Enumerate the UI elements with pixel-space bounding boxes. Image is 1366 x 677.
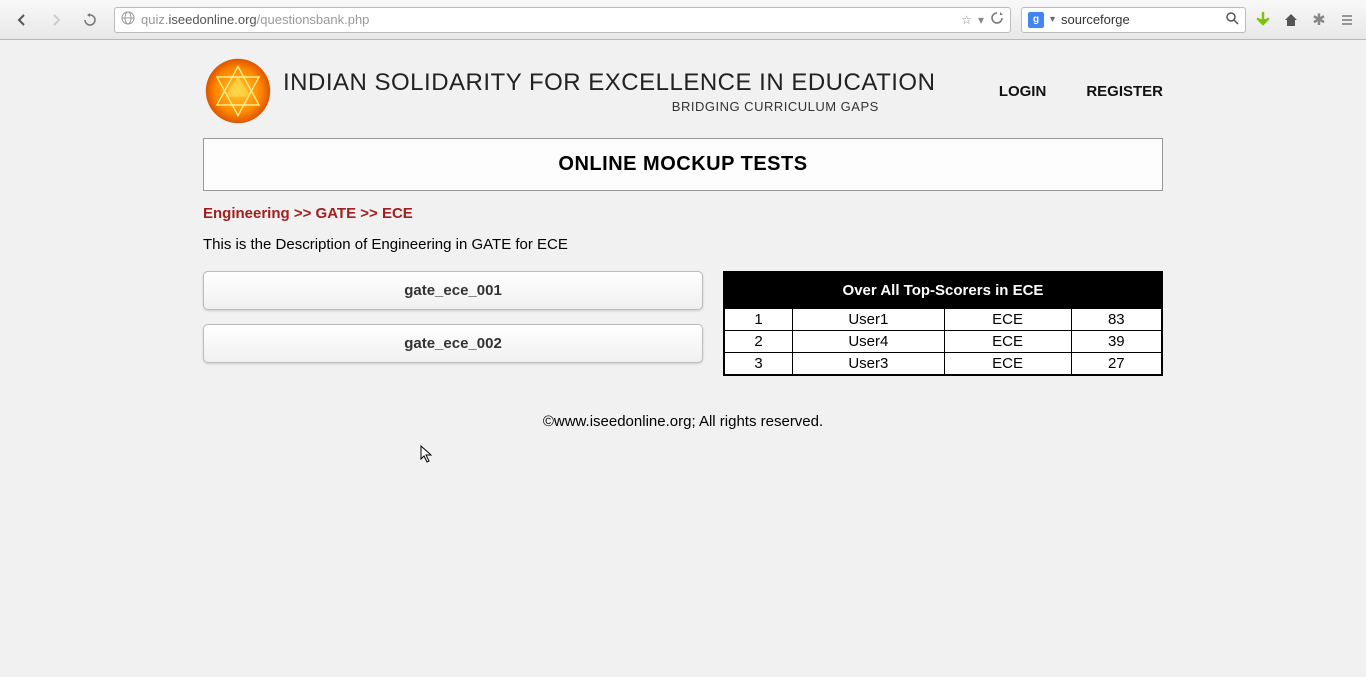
banner-title: ONLINE MOCKUP TESTS bbox=[558, 153, 807, 175]
user-cell: User4 bbox=[793, 331, 944, 353]
table-row: 1 User1 ECE 83 bbox=[724, 309, 1162, 331]
score-cell: 39 bbox=[1071, 331, 1162, 353]
globe-icon bbox=[121, 11, 135, 28]
category-cell: ECE bbox=[944, 331, 1071, 353]
dropdown-icon[interactable]: ▾ bbox=[978, 13, 984, 27]
user-cell: User3 bbox=[793, 353, 944, 376]
category-cell: ECE bbox=[944, 353, 1071, 376]
site-subtitle: BRIDGING CURRICULUM GAPS bbox=[283, 99, 999, 114]
page-content: INDIAN SOLIDARITY FOR EXCELLENCE IN EDUC… bbox=[0, 40, 1366, 450]
table-header: Over All Top-Scorers in ECE bbox=[724, 272, 1162, 309]
download-icon[interactable] bbox=[1252, 9, 1274, 31]
back-button[interactable] bbox=[8, 6, 36, 34]
google-icon: g bbox=[1028, 12, 1044, 28]
url-actions: ☆ ▾ bbox=[961, 11, 1004, 28]
user-cell: User1 bbox=[793, 309, 944, 331]
addon-icon[interactable]: ✱ bbox=[1308, 9, 1330, 31]
go-icon[interactable] bbox=[990, 11, 1004, 28]
site-header: INDIAN SOLIDARITY FOR EXCELLENCE IN EDUC… bbox=[203, 50, 1163, 138]
rank-cell: 3 bbox=[724, 353, 793, 376]
footer-text: ©www.iseedonline.org; All rights reserve… bbox=[203, 413, 1163, 450]
breadcrumb[interactable]: Engineering >> GATE >> ECE bbox=[203, 205, 1163, 222]
search-bar[interactable]: g ▾ sourceforge bbox=[1021, 7, 1246, 33]
category-cell: ECE bbox=[944, 309, 1071, 331]
reload-button[interactable] bbox=[76, 6, 104, 34]
bookmark-icon[interactable]: ☆ bbox=[961, 13, 972, 27]
score-cell: 83 bbox=[1071, 309, 1162, 331]
browser-toolbar: quiz.iseedonline.org/questionsbank.php ☆… bbox=[0, 0, 1366, 40]
register-link[interactable]: REGISTER bbox=[1086, 83, 1163, 100]
rank-cell: 1 bbox=[724, 309, 793, 331]
site-title: INDIAN SOLIDARITY FOR EXCELLENCE IN EDUC… bbox=[283, 69, 999, 97]
home-icon[interactable] bbox=[1280, 9, 1302, 31]
score-cell: 27 bbox=[1071, 353, 1162, 376]
url-text: quiz.iseedonline.org/questionsbank.php bbox=[141, 12, 955, 27]
login-link[interactable]: LOGIN bbox=[999, 83, 1047, 100]
top-scorers-table: Over All Top-Scorers in ECE 1 User1 ECE … bbox=[723, 271, 1163, 376]
url-bar[interactable]: quiz.iseedonline.org/questionsbank.php ☆… bbox=[114, 7, 1011, 33]
forward-button[interactable] bbox=[42, 6, 70, 34]
test-button[interactable]: gate_ece_001 bbox=[203, 271, 703, 310]
rank-cell: 2 bbox=[724, 331, 793, 353]
table-row: 2 User4 ECE 39 bbox=[724, 331, 1162, 353]
table-row: 3 User3 ECE 27 bbox=[724, 353, 1162, 376]
logo bbox=[203, 56, 273, 126]
search-input[interactable]: sourceforge bbox=[1061, 12, 1219, 27]
page-banner: ONLINE MOCKUP TESTS bbox=[203, 138, 1163, 191]
category-description: This is the Description of Engineering i… bbox=[203, 236, 1163, 253]
tests-list: gate_ece_001 gate_ece_002 bbox=[203, 271, 703, 377]
search-icon[interactable] bbox=[1225, 11, 1239, 28]
test-button[interactable]: gate_ece_002 bbox=[203, 324, 703, 363]
menu-icon[interactable] bbox=[1336, 9, 1358, 31]
search-dropdown-icon[interactable]: ▾ bbox=[1050, 14, 1055, 25]
